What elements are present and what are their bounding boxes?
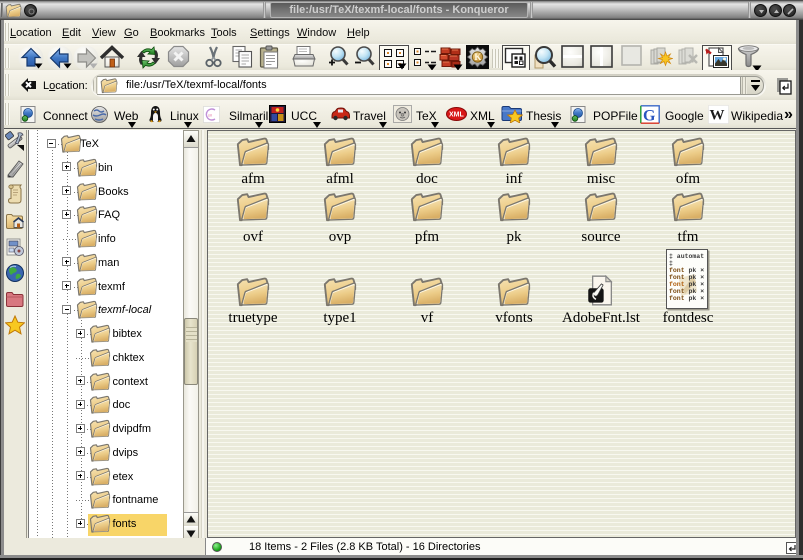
svg-text:K: K (474, 52, 481, 62)
svg-text:XML: XML (449, 112, 465, 119)
svg-text:font pk ×: font pk × (669, 295, 704, 302)
svg-text:‡: ‡ (669, 260, 673, 267)
svg-text:font pk ×: font pk × (669, 288, 704, 295)
svg-text:sil: sil (208, 113, 212, 118)
svg-text:W: W (710, 108, 725, 124)
svg-text:font pk ×: font pk × (669, 274, 704, 281)
svg-text:‡ automat: ‡ automat (669, 253, 704, 260)
svg-text:font pk ×: font pk × (669, 281, 704, 288)
svg-text:font pk ×: font pk × (669, 267, 704, 274)
svg-text:G: G (643, 108, 656, 125)
